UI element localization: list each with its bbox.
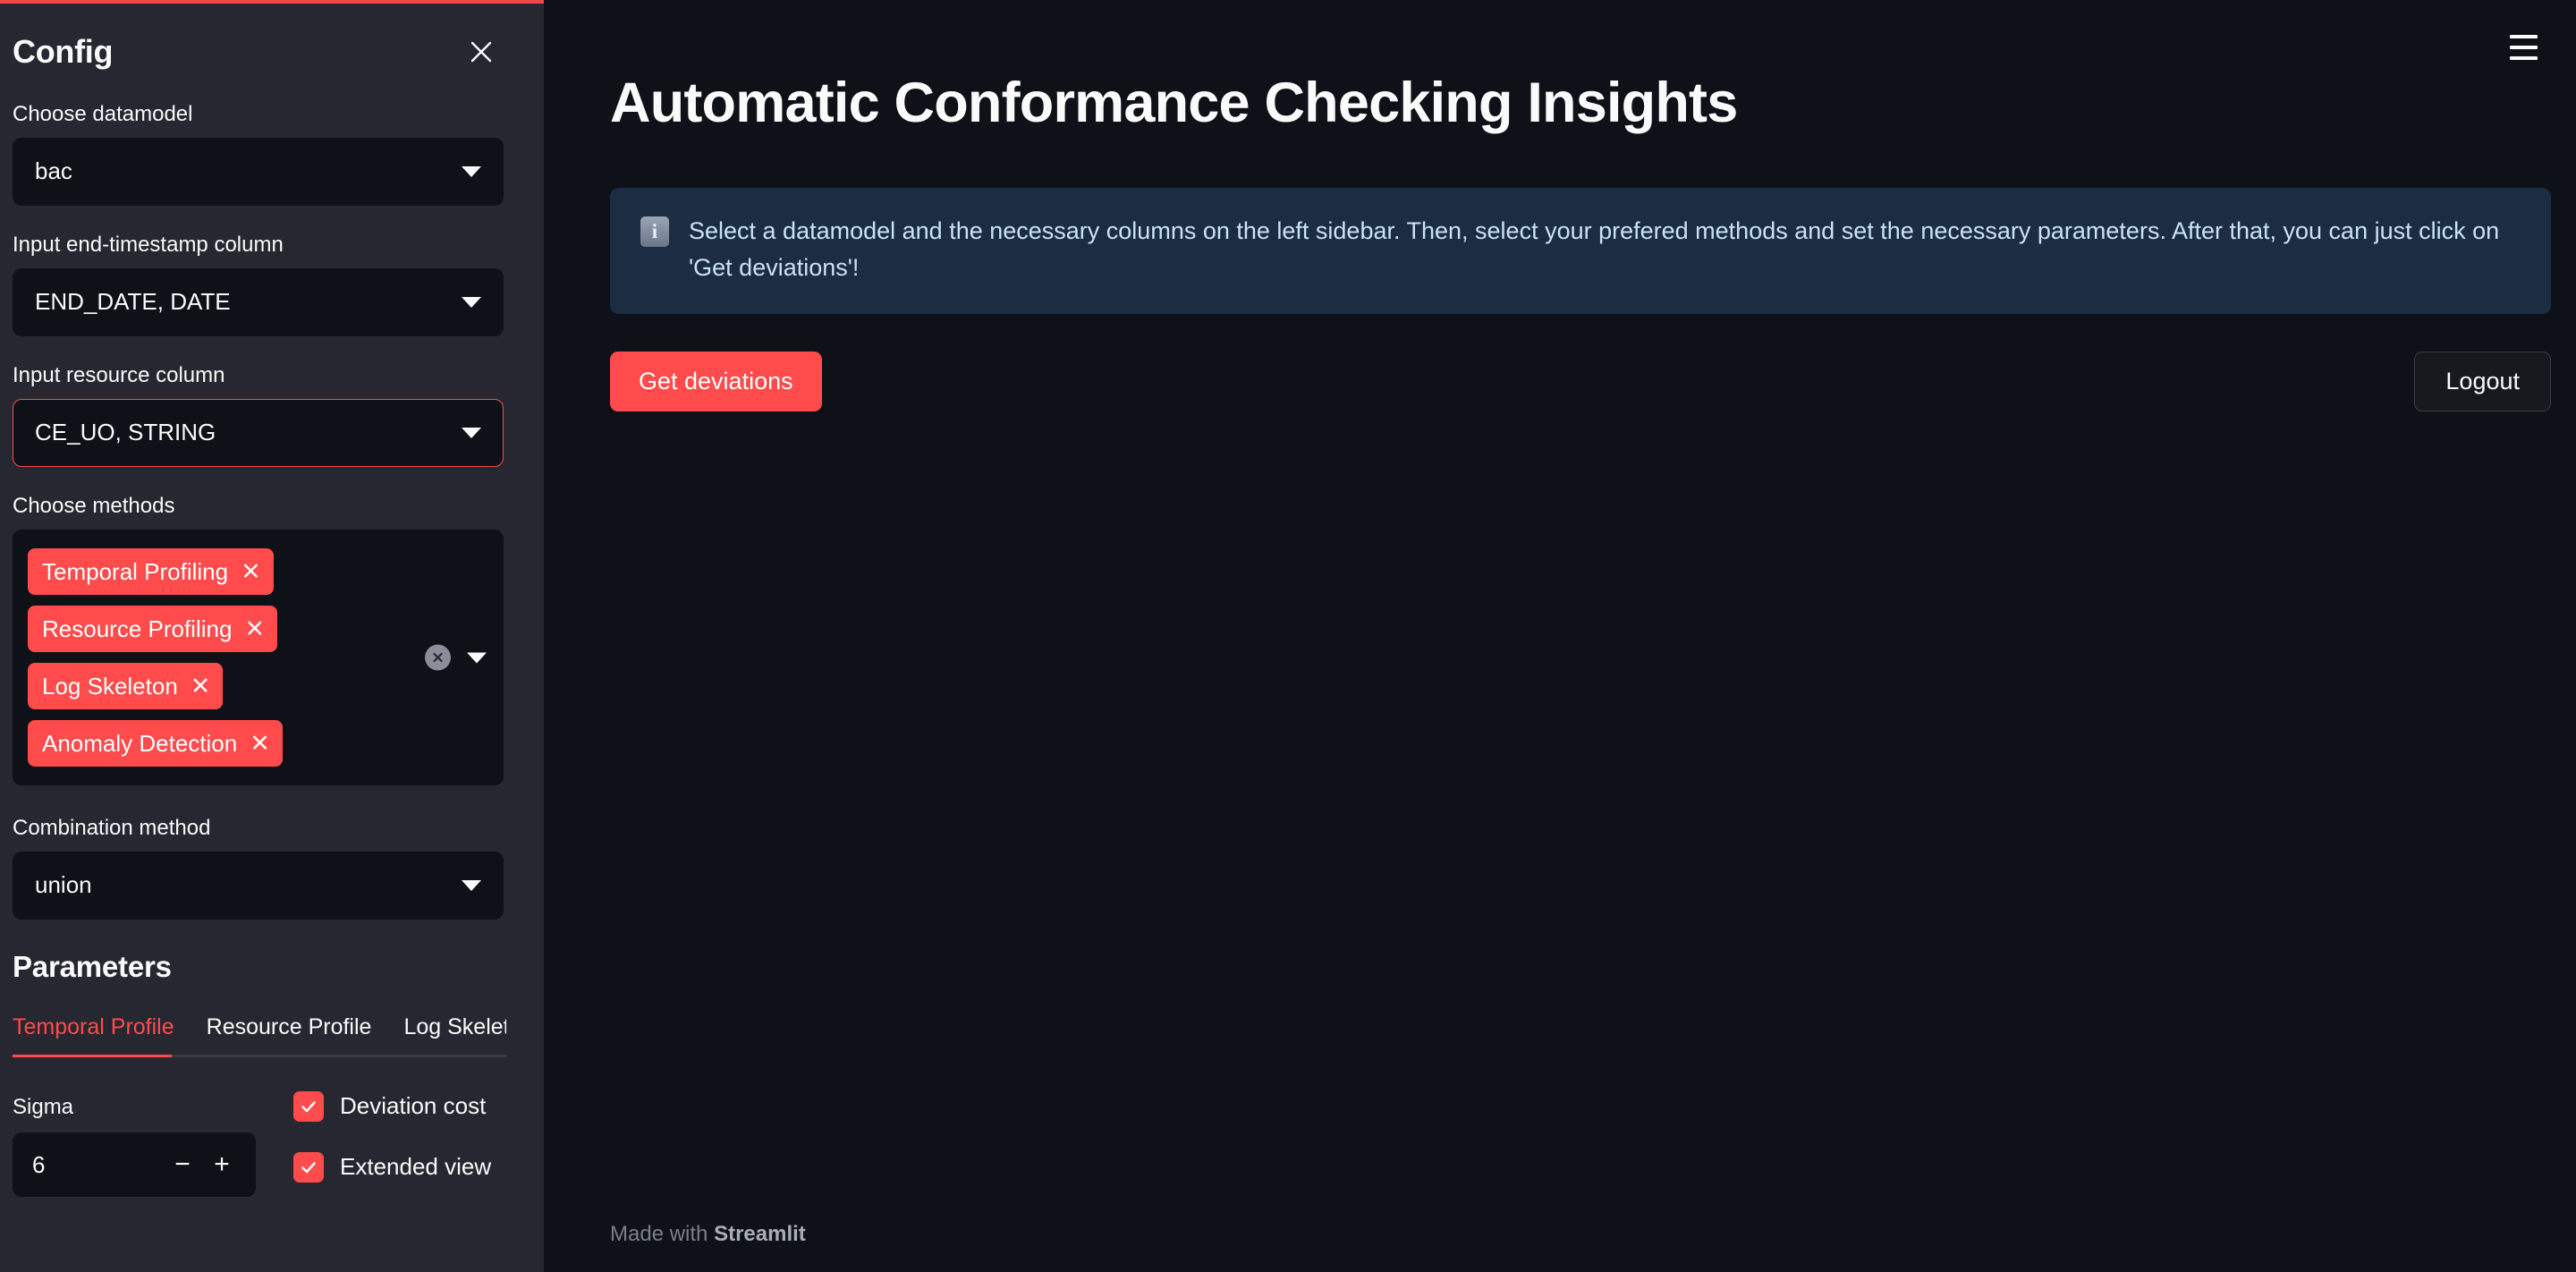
page-title: Automatic Conformance Checking Insights [610,72,1738,134]
method-chip[interactable]: Anomaly Detection ✕ [28,720,283,767]
methods-actions [425,644,487,671]
deviation-cost-label[interactable]: Deviation cost [340,1092,486,1120]
chevron-down-icon [462,297,481,308]
app-root: Config Choose datamodel bac Input end-ti… [0,0,2576,1272]
close-icon[interactable]: ✕ [241,559,261,584]
method-chip[interactable]: Temporal Profiling ✕ [28,548,274,595]
methods-multiselect[interactable]: Temporal Profiling ✕ Resource Profiling … [13,530,504,785]
parameter-checkboxes: Deviation cost Extended view [272,1091,504,1213]
combination-method-value: union [35,871,92,899]
chevron-down-icon [462,880,481,891]
methods-label: Choose methods [13,494,175,518]
sigma-label: Sigma [13,1095,74,1119]
close-icon[interactable]: ✕ [250,731,270,756]
extended-view-label[interactable]: Extended view [340,1153,491,1181]
parameters-body: Sigma 6 − + Deviation cost Extended view [13,1091,504,1213]
chevron-down-icon [462,166,481,177]
sigma-decrement-button[interactable]: − [163,1145,202,1184]
close-sidebar-button[interactable] [461,31,502,72]
clear-all-circle-icon[interactable] [425,644,451,671]
tab-temporal-profile[interactable]: Temporal Profile [13,1014,174,1042]
main-content: Automatic Conformance Checking Insights … [544,0,2576,1272]
resource-column-select[interactable]: CE_UO, STRING [13,399,504,467]
close-icon [470,40,493,64]
sigma-value[interactable]: 6 [32,1151,163,1179]
chevron-down-icon[interactable] [467,652,487,663]
method-chip[interactable]: Log Skeleton ✕ [28,663,224,709]
close-icon[interactable]: ✕ [191,674,211,699]
sigma-field: Sigma 6 − + [13,1091,272,1213]
datamodel-label: Choose datamodel [13,102,193,126]
footer: Made with Streamlit [610,1222,806,1247]
hamburger-bar [2509,46,2538,49]
deviation-cost-checkbox[interactable] [293,1091,324,1122]
info-banner: i Select a datamodel and the necessary c… [610,187,2551,315]
hamburger-bar [2509,56,2538,60]
resource-column-field: Input resource column CE_UO, STRING [13,360,504,467]
sidebar-title: Config [13,33,114,71]
methods-field: Choose methods Temporal Profiling ✕ Reso… [13,490,504,785]
parameters-tabs: Temporal Profile Resource Profile Log Sk… [13,1014,506,1064]
combination-method-label: Combination method [13,816,211,840]
tab-resource-profile[interactable]: Resource Profile [207,1014,372,1042]
method-chip[interactable]: Resource Profiling ✕ [28,606,278,652]
sidebar: Config Choose datamodel bac Input end-ti… [0,0,544,1272]
footer-prefix: Made with [610,1222,715,1246]
extended-view-checkbox[interactable] [293,1152,324,1183]
resource-column-value: CE_UO, STRING [35,419,216,446]
end-timestamp-field: Input end-timestamp column END_DATE, DAT… [13,229,504,336]
get-deviations-button[interactable]: Get deviations [610,352,822,411]
sigma-increment-button[interactable]: + [202,1145,242,1184]
datamodel-field: Choose datamodel bac [13,98,504,206]
chevron-down-icon [462,428,481,438]
hamburger-menu-icon[interactable] [2497,23,2549,72]
action-row: Get deviations Logout [610,352,2551,411]
tab-list: Temporal Profile Resource Profile Log Sk… [13,1014,506,1054]
end-timestamp-select[interactable]: END_DATE, DATE [13,268,504,336]
main-inner: Automatic Conformance Checking Insights … [544,0,2576,411]
parameters-heading: Parameters [13,950,172,983]
method-chip-label: Log Skeleton [42,673,178,700]
resource-column-label: Input resource column [13,363,225,387]
deviation-cost-row[interactable]: Deviation cost [293,1091,504,1122]
method-chip-label: Temporal Profiling [42,558,229,585]
hamburger-bar [2509,35,2538,38]
method-chip-label: Anomaly Detection [42,730,238,757]
combination-method-select[interactable]: union [13,852,504,920]
sidebar-header: Config [13,25,504,79]
extended-view-row[interactable]: Extended view [293,1152,504,1183]
close-icon[interactable]: ✕ [244,616,265,641]
sigma-stepper[interactable]: 6 − + [13,1132,256,1197]
footer-brand: Streamlit [714,1222,806,1246]
info-icon: i [640,216,669,247]
method-chip-label: Resource Profiling [42,615,233,642]
tabs-active-indicator [13,1055,172,1057]
tab-log-skeleton[interactable]: Log Skeleton [403,1014,506,1042]
info-banner-text: Select a datamodel and the necessary col… [689,216,2500,282]
end-timestamp-label: Input end-timestamp column [13,233,284,257]
datamodel-select[interactable]: bac [13,138,504,206]
sidebar-content: Config Choose datamodel bac Input end-ti… [0,0,544,1272]
logout-button[interactable]: Logout [2414,352,2551,411]
end-timestamp-value: END_DATE, DATE [35,288,231,316]
datamodel-value: bac [35,157,72,185]
combination-method-field: Combination method union [13,812,504,920]
